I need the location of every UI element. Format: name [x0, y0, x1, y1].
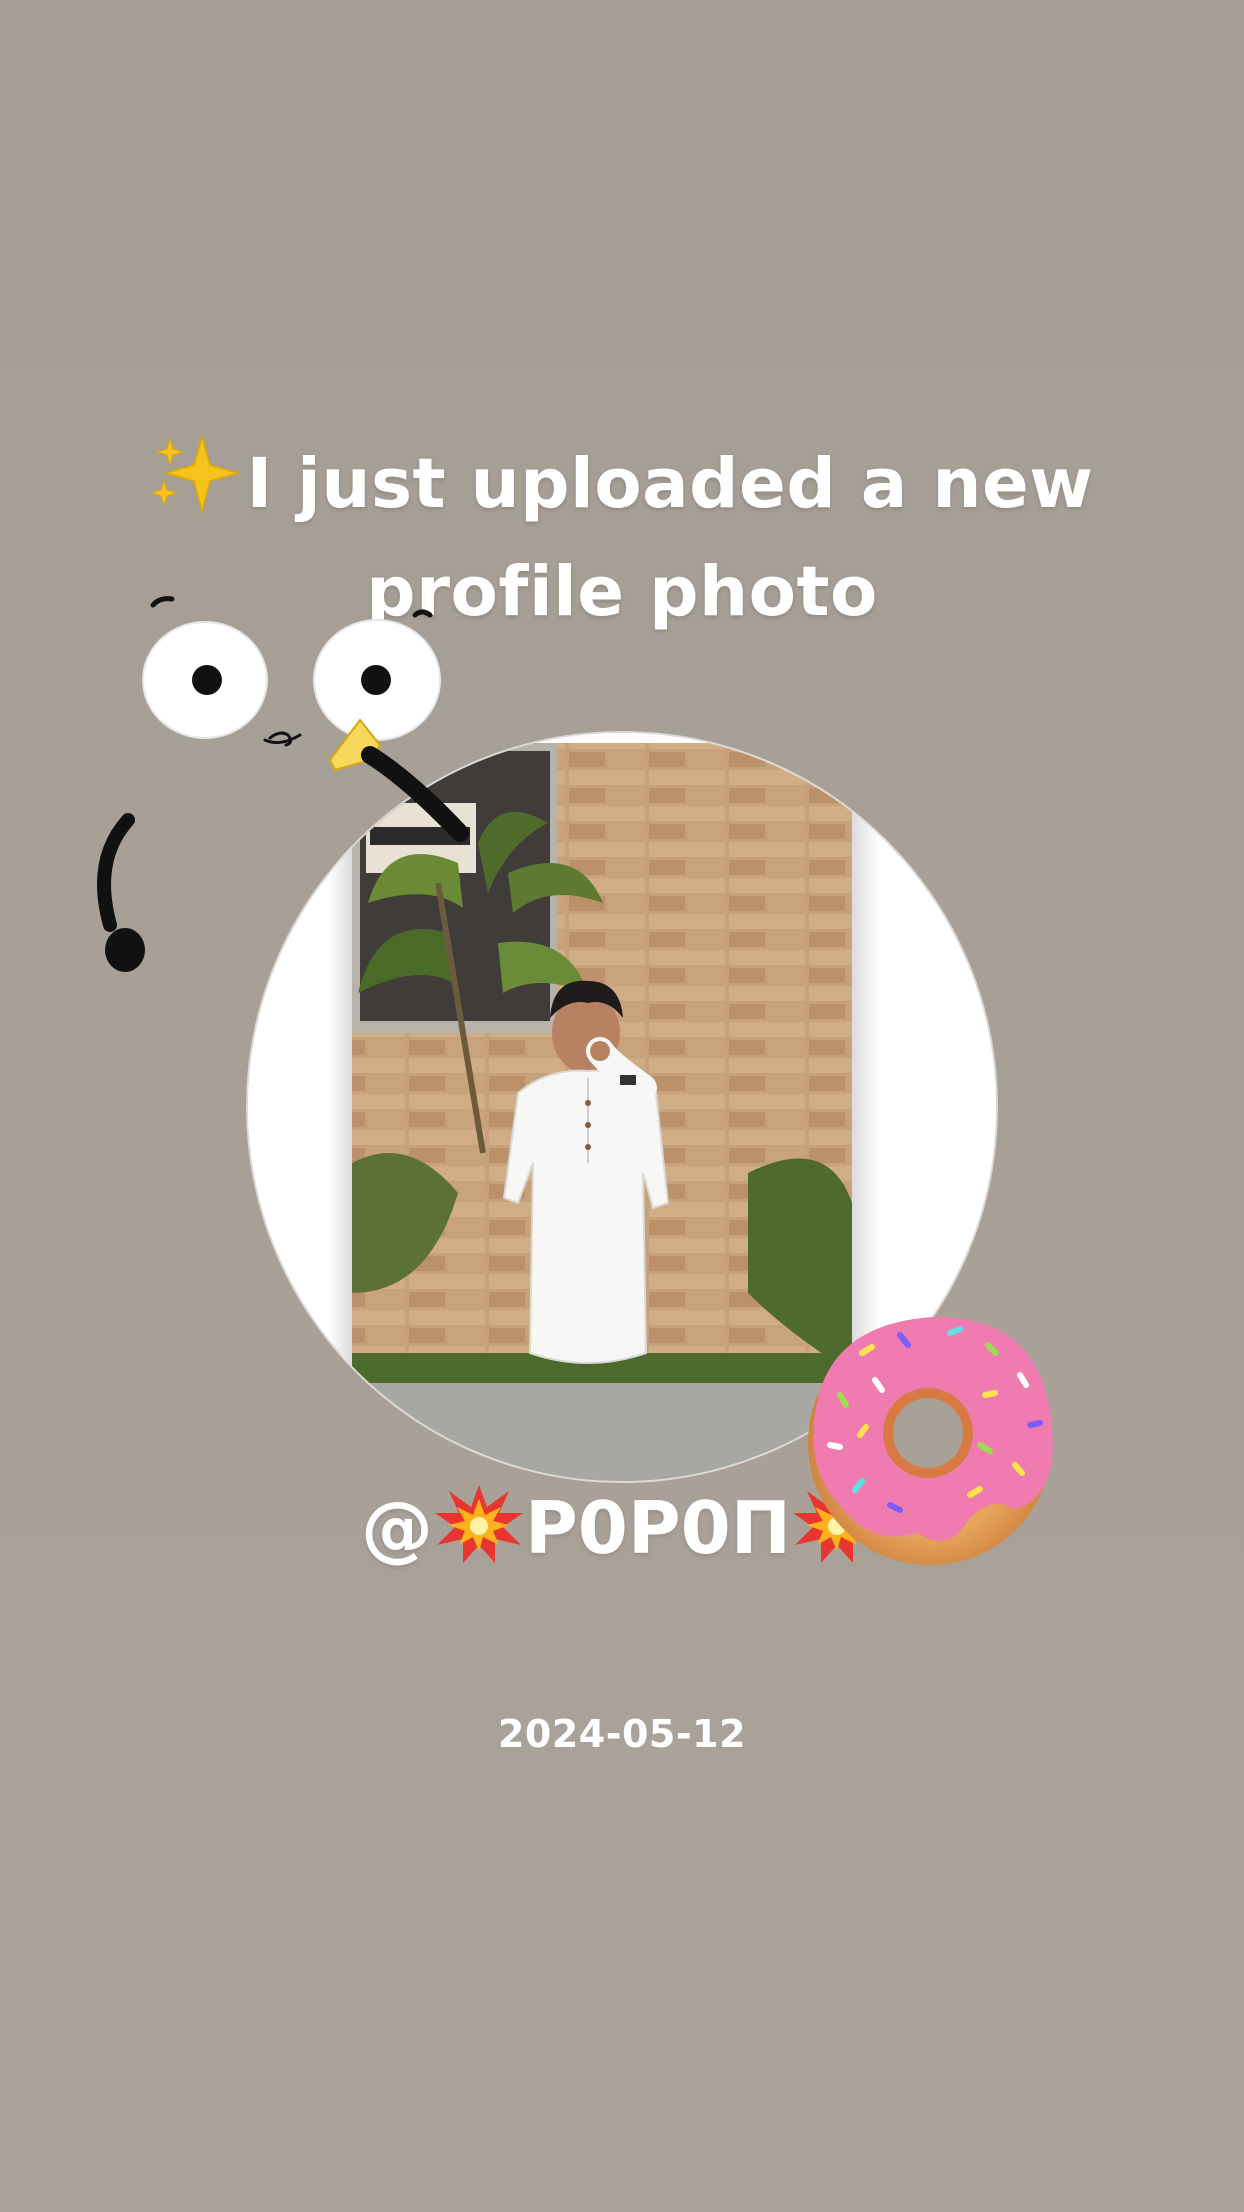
collision-icon: [435, 1485, 523, 1563]
sparkles-icon: [150, 435, 242, 514]
headline-line-1: I just uploaded a new: [0, 430, 1244, 538]
headline-text-1: I just uploaded a new: [246, 444, 1094, 524]
username-prefix: @: [361, 1486, 433, 1570]
cartoon-face-sticker: [97, 596, 469, 972]
post-date: 2024-05-12: [497, 1712, 747, 1756]
username-text: P0P0П: [525, 1486, 791, 1570]
donut-sticker: [808, 1316, 1053, 1565]
